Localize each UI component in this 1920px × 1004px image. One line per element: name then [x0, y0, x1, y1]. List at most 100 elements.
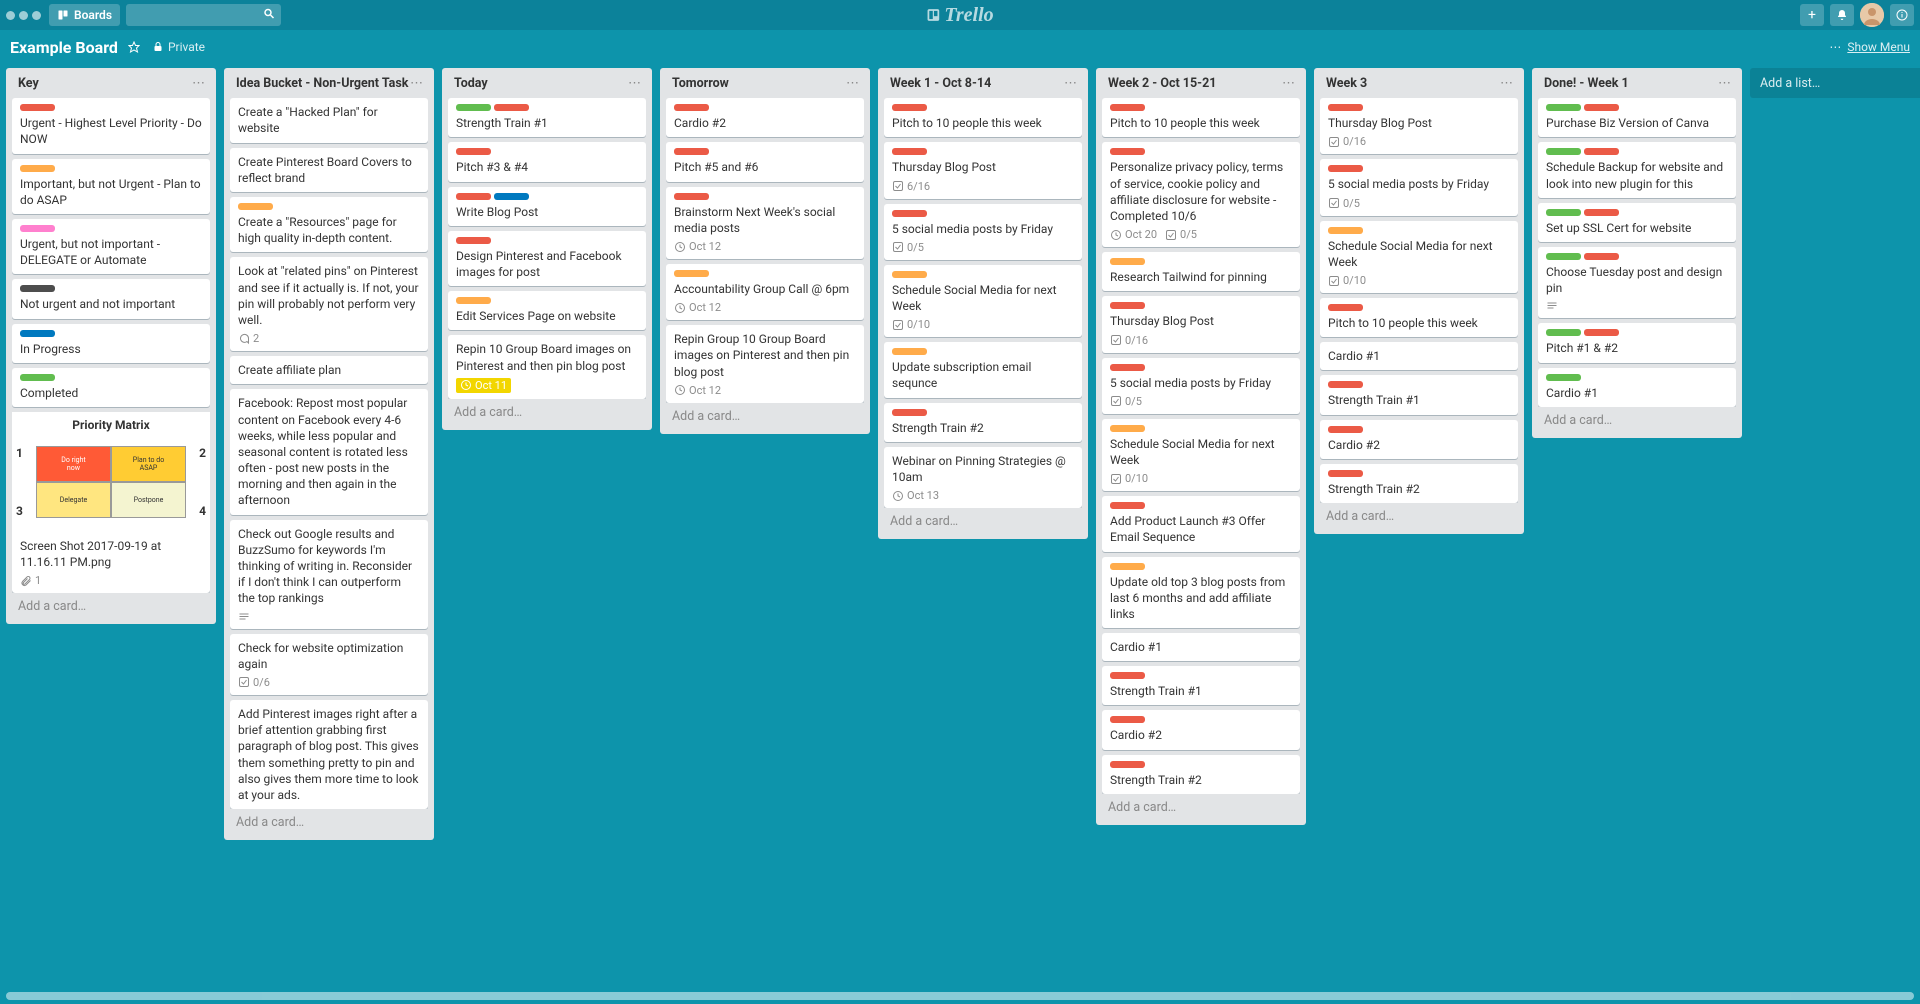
- card[interactable]: Thursday Blog Post0/16: [1320, 98, 1518, 154]
- card[interactable]: Cardio #1: [1320, 342, 1518, 370]
- list-title[interactable]: Idea Bucket - Non-Urgent Task: [236, 76, 408, 92]
- card[interactable]: Research Tailwind for pinning: [1102, 252, 1300, 291]
- card[interactable]: Update old top 3 blog posts from last 6 …: [1102, 557, 1300, 629]
- search-input[interactable]: [126, 4, 281, 26]
- card[interactable]: 5 social media posts by Friday0/5: [884, 204, 1082, 260]
- card[interactable]: Create affiliate plan: [230, 356, 428, 384]
- card[interactable]: Add Product Launch #3 Offer Email Sequen…: [1102, 496, 1300, 551]
- add-card-button[interactable]: Add a card…: [228, 809, 430, 836]
- card[interactable]: Create Pinterest Board Covers to reflect…: [230, 148, 428, 192]
- card[interactable]: Set up SSL Cert for website: [1538, 203, 1736, 242]
- add-card-button[interactable]: Add a card…: [882, 508, 1084, 535]
- card[interactable]: Write Blog Post: [448, 187, 646, 226]
- card[interactable]: 5 social media posts by Friday0/5: [1320, 159, 1518, 215]
- boards-button[interactable]: Boards: [49, 4, 120, 26]
- list-menu-icon[interactable]: ⋯: [1718, 76, 1732, 91]
- card[interactable]: Brainstorm Next Week's social media post…: [666, 187, 864, 259]
- card[interactable]: Strength Train #1: [1320, 375, 1518, 414]
- list-menu-icon[interactable]: ⋯: [846, 76, 860, 91]
- card[interactable]: Pitch #3 & #4: [448, 142, 646, 181]
- card[interactable]: Thursday Blog Post0/16: [1102, 296, 1300, 352]
- close-window[interactable]: [6, 11, 15, 20]
- horizontal-scrollbar[interactable]: [6, 992, 1914, 1000]
- card[interactable]: Thursday Blog Post6/16: [884, 142, 1082, 198]
- add-card-button[interactable]: Add a card…: [1100, 794, 1302, 821]
- minimize-window[interactable]: [19, 11, 28, 20]
- card[interactable]: Pitch to 10 people this week: [884, 98, 1082, 137]
- card[interactable]: Priority Matrix1234Do rightnowPlan to do…: [12, 412, 210, 593]
- list-title[interactable]: Done! - Week 1: [1544, 76, 1629, 92]
- info-button[interactable]: [1890, 4, 1914, 26]
- privacy-button[interactable]: Private: [152, 40, 205, 54]
- card[interactable]: Schedule Social Media for next Week0/10: [1102, 419, 1300, 491]
- list-menu-icon[interactable]: ⋯: [1064, 76, 1078, 91]
- add-card-button[interactable]: Add a card…: [10, 593, 212, 620]
- card[interactable]: Webinar on Pinning Strategies @ 10amOct …: [884, 447, 1082, 508]
- card[interactable]: Urgent - Highest Level Priority - Do NOW: [12, 98, 210, 153]
- user-avatar[interactable]: [1860, 3, 1884, 27]
- card[interactable]: Schedule Backup for website and look int…: [1538, 142, 1736, 197]
- add-card-button[interactable]: Add a card…: [446, 399, 648, 426]
- card[interactable]: Strength Train #1: [448, 98, 646, 137]
- card[interactable]: Cardio #2: [666, 98, 864, 137]
- list-title[interactable]: Today: [454, 76, 488, 92]
- card[interactable]: Cardio #1: [1538, 368, 1736, 407]
- card[interactable]: Repin Group 10 Group Board images on Pin…: [666, 325, 864, 403]
- card[interactable]: Create a "Hacked Plan" for website: [230, 98, 428, 142]
- card[interactable]: Update subscription email sequnce: [884, 342, 1082, 397]
- maximize-window[interactable]: [32, 11, 41, 20]
- list-menu-icon[interactable]: ⋯: [1282, 76, 1296, 91]
- card[interactable]: In Progress: [12, 324, 210, 363]
- card[interactable]: Schedule Social Media for next Week0/10: [884, 265, 1082, 337]
- card[interactable]: Check for website optimization again0/6: [230, 634, 428, 695]
- card[interactable]: Cardio #1: [1102, 633, 1300, 661]
- card[interactable]: Pitch #1 & #2: [1538, 323, 1736, 362]
- card[interactable]: Design Pinterest and Facebook images for…: [448, 231, 646, 286]
- board-title[interactable]: Example Board: [10, 38, 118, 57]
- card[interactable]: Facebook: Repost most popular content on…: [230, 389, 428, 514]
- list-title[interactable]: Tomorrow: [672, 76, 729, 92]
- card[interactable]: Urgent, but not important - DELEGATE or …: [12, 219, 210, 274]
- card[interactable]: Check out Google results and BuzzSumo fo…: [230, 520, 428, 629]
- card[interactable]: Look at "related pins" on Pinterest and …: [230, 257, 428, 351]
- card[interactable]: Cardio #2: [1320, 420, 1518, 459]
- list-title[interactable]: Key: [18, 76, 39, 92]
- card[interactable]: Strength Train #2: [884, 403, 1082, 442]
- notifications-button[interactable]: [1830, 4, 1854, 26]
- card[interactable]: Create a "Resources" page for high quali…: [230, 197, 428, 252]
- star-button[interactable]: [128, 41, 140, 53]
- card[interactable]: Strength Train #2: [1102, 755, 1300, 794]
- list-title[interactable]: Week 3: [1326, 76, 1367, 92]
- card[interactable]: Important, but not Urgent - Plan to do A…: [12, 159, 210, 214]
- create-button[interactable]: +: [1800, 4, 1824, 26]
- list-menu-icon[interactable]: ⋯: [410, 76, 424, 91]
- add-list-button[interactable]: Add a list…: [1750, 68, 1920, 98]
- list-menu-icon[interactable]: ⋯: [192, 76, 206, 91]
- card[interactable]: Not urgent and not important: [12, 279, 210, 318]
- card[interactable]: Pitch to 10 people this week: [1320, 298, 1518, 337]
- list-title[interactable]: Week 1 - Oct 8-14: [890, 76, 991, 92]
- card[interactable]: Add Pinterest images right after a brief…: [230, 700, 428, 809]
- card[interactable]: Cardio #2: [1102, 710, 1300, 749]
- card[interactable]: Completed: [12, 368, 210, 407]
- card[interactable]: Strength Train #2: [1320, 464, 1518, 503]
- card[interactable]: Accountability Group Call @ 6pmOct 12: [666, 264, 864, 320]
- card[interactable]: Choose Tuesday post and design pin: [1538, 247, 1736, 318]
- card[interactable]: 5 social media posts by Friday0/5: [1102, 358, 1300, 414]
- show-menu-button[interactable]: Show Menu: [1847, 40, 1910, 54]
- card[interactable]: Personalize privacy policy, terms of ser…: [1102, 142, 1300, 247]
- list-menu-icon[interactable]: ⋯: [628, 76, 642, 91]
- list-title[interactable]: Week 2 - Oct 15-21: [1108, 76, 1216, 92]
- card[interactable]: Pitch to 10 people this week: [1102, 98, 1300, 137]
- add-card-button[interactable]: Add a card…: [1536, 407, 1738, 434]
- card[interactable]: Pitch #5 and #6: [666, 142, 864, 181]
- add-card-button[interactable]: Add a card…: [664, 403, 866, 430]
- card[interactable]: Schedule Social Media for next Week0/10: [1320, 221, 1518, 293]
- card[interactable]: Edit Services Page on website: [448, 291, 646, 330]
- list-menu-icon[interactable]: ⋯: [1500, 76, 1514, 91]
- card[interactable]: Repin 10 Group Board images on Pinterest…: [448, 335, 646, 398]
- card[interactable]: Purchase Biz Version of Canva: [1538, 98, 1736, 137]
- add-card-button[interactable]: Add a card…: [1318, 503, 1520, 530]
- card[interactable]: Strength Train #1: [1102, 666, 1300, 705]
- scrollbar-thumb[interactable]: [6, 992, 1914, 1000]
